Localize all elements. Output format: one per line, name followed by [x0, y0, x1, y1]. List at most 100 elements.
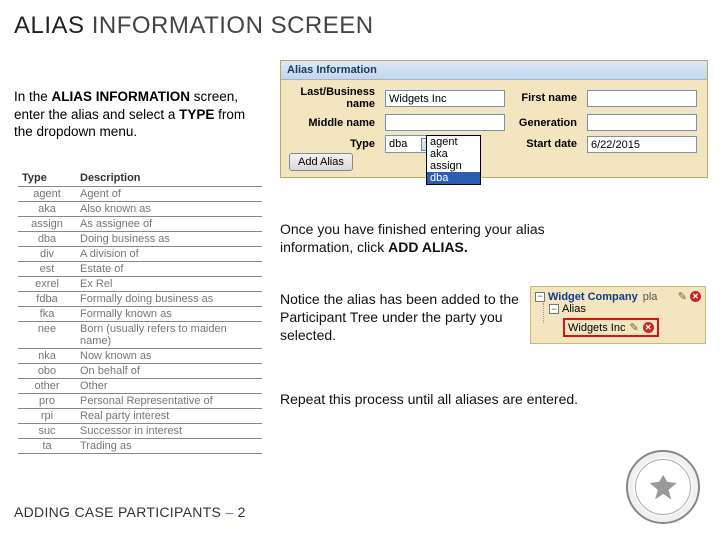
- dropdown-opt-1[interactable]: aka: [427, 148, 480, 160]
- footer: ADDING CASE PARTICIPANTS – 2: [14, 504, 246, 520]
- tree-leaf[interactable]: Widgets Inc ✎ ✕: [535, 318, 701, 337]
- edit-icon[interactable]: ✎: [678, 290, 687, 303]
- delete-icon[interactable]: ✕: [690, 291, 701, 302]
- cell-type: nka: [18, 349, 76, 363]
- cell-type: agent: [18, 187, 76, 201]
- table-row: agentAgent of: [18, 187, 262, 202]
- cell-type: suc: [18, 424, 76, 438]
- tree-leaf-highlight: Widgets Inc ✎ ✕: [563, 318, 659, 337]
- cell-type: pro: [18, 394, 76, 408]
- cell-type: nee: [18, 322, 76, 348]
- cell-desc: Now known as: [76, 349, 262, 363]
- cell-type: ta: [18, 439, 76, 453]
- table-row: assignAs assignee of: [18, 217, 262, 232]
- tree-leaf-label: Widgets Inc: [568, 322, 625, 334]
- cell-desc: Ex Rel: [76, 277, 262, 291]
- edit-icon[interactable]: ✎: [629, 321, 638, 334]
- cell-type: exrel: [18, 277, 76, 291]
- tree-root-label: Widget Company: [548, 291, 638, 303]
- table-row: proPersonal Representative of: [18, 394, 262, 409]
- table-row: taTrading as: [18, 439, 262, 454]
- cell-desc: Doing business as: [76, 232, 262, 246]
- dropdown-opt-2[interactable]: assign: [427, 160, 480, 172]
- dropdown-opt-0[interactable]: agent: [427, 136, 480, 148]
- add-alias-button[interactable]: Add Alias: [289, 153, 353, 171]
- title-bold: ALIAS: [14, 12, 85, 39]
- participant-tree: − Widget Company pla ✎ ✕ − Alias Widgets…: [530, 286, 706, 344]
- label-middle: Middle name: [289, 117, 379, 129]
- label-last: Last/Business name: [289, 86, 379, 110]
- delete-icon[interactable]: ✕: [643, 322, 654, 333]
- input-first[interactable]: [587, 90, 697, 107]
- cell-type: fdba: [18, 292, 76, 306]
- cell-desc: On behalf of: [76, 364, 262, 378]
- paragraph-repeat: Repeat this process until all aliases ar…: [280, 390, 680, 408]
- input-middle[interactable]: [385, 114, 505, 131]
- type-dropdown[interactable]: agent aka assign dba: [426, 135, 481, 185]
- table-row: oboOn behalf of: [18, 364, 262, 379]
- label-first: First name: [511, 92, 581, 104]
- paragraph-add-alias: Once you have finished entering your ali…: [280, 220, 590, 256]
- panel-header: Alias Information: [281, 61, 707, 80]
- table-row: otherOther: [18, 379, 262, 394]
- court-seal-icon: [626, 450, 700, 524]
- table-row: exrelEx Rel: [18, 277, 262, 292]
- label-start: Start date: [511, 138, 581, 150]
- cell-desc: Formally doing business as: [76, 292, 262, 306]
- collapse-icon[interactable]: −: [549, 304, 559, 314]
- cell-desc: Formally known as: [76, 307, 262, 321]
- cell-desc: Born (usually refers to maiden name): [76, 322, 262, 348]
- footer-page: 2: [233, 504, 245, 520]
- cell-type: assign: [18, 217, 76, 231]
- table-row: fkaFormally known as: [18, 307, 262, 322]
- type-selected-value: dba: [389, 138, 407, 150]
- cell-desc: Trading as: [76, 439, 262, 453]
- table-row: akaAlso known as: [18, 202, 262, 217]
- cell-desc: Real party interest: [76, 409, 262, 423]
- cell-desc: Personal Representative of: [76, 394, 262, 408]
- dropdown-opt-3[interactable]: dba: [427, 172, 480, 184]
- input-start[interactable]: 6/22/2015: [587, 136, 697, 153]
- cell-type: dba: [18, 232, 76, 246]
- alias-info-panel: Alias Information Last/Business name Wid…: [280, 60, 708, 178]
- type-reference-table: Type Description agentAgent ofakaAlso kn…: [18, 170, 262, 454]
- cell-type: div: [18, 247, 76, 261]
- cell-desc: As assignee of: [76, 217, 262, 231]
- cell-type: rpi: [18, 409, 76, 423]
- page-title: ALIAS INFORMATION SCREEN: [0, 0, 720, 40]
- tree-alias-group[interactable]: − Alias: [535, 303, 701, 315]
- cell-type: other: [18, 379, 76, 393]
- th-type: Type: [18, 170, 76, 186]
- cell-desc: Also known as: [76, 202, 262, 216]
- table-header: Type Description: [18, 170, 262, 187]
- table-row: sucSuccessor in interest: [18, 424, 262, 439]
- cell-type: aka: [18, 202, 76, 216]
- table-row: neeBorn (usually refers to maiden name): [18, 322, 262, 349]
- paragraph-tree: Notice the alias has been added to the P…: [280, 290, 520, 345]
- table-row: rpiReal party interest: [18, 409, 262, 424]
- tree-root[interactable]: − Widget Company pla ✎ ✕: [535, 290, 701, 303]
- cell-desc: Estate of: [76, 262, 262, 276]
- intro-bold-1: ALIAS INFORMATION: [52, 89, 191, 104]
- input-last[interactable]: Widgets Inc: [385, 90, 505, 107]
- th-desc: Description: [76, 170, 262, 186]
- input-generation[interactable]: [587, 114, 697, 131]
- collapse-icon[interactable]: −: [535, 292, 545, 302]
- cell-type: fka: [18, 307, 76, 321]
- table-row: divA division of: [18, 247, 262, 262]
- label-type: Type: [289, 138, 379, 150]
- cell-type: obo: [18, 364, 76, 378]
- eagle-icon: [647, 471, 679, 503]
- cell-desc: A division of: [76, 247, 262, 261]
- intro-bold-2: TYPE: [179, 107, 214, 122]
- tree-alias-label: Alias: [562, 303, 586, 315]
- panel-body: Last/Business name Widgets Inc First nam…: [281, 80, 707, 161]
- table-row: fdbaFormally doing business as: [18, 292, 262, 307]
- tree-root-suffix: pla: [643, 291, 658, 303]
- cell-desc: Other: [76, 379, 262, 393]
- table-row: estEstate of: [18, 262, 262, 277]
- cell-type: est: [18, 262, 76, 276]
- intro-text: In the: [14, 89, 52, 104]
- footer-text: ADDING CASE PARTICIPANTS: [14, 504, 225, 520]
- label-generation: Generation: [511, 117, 581, 129]
